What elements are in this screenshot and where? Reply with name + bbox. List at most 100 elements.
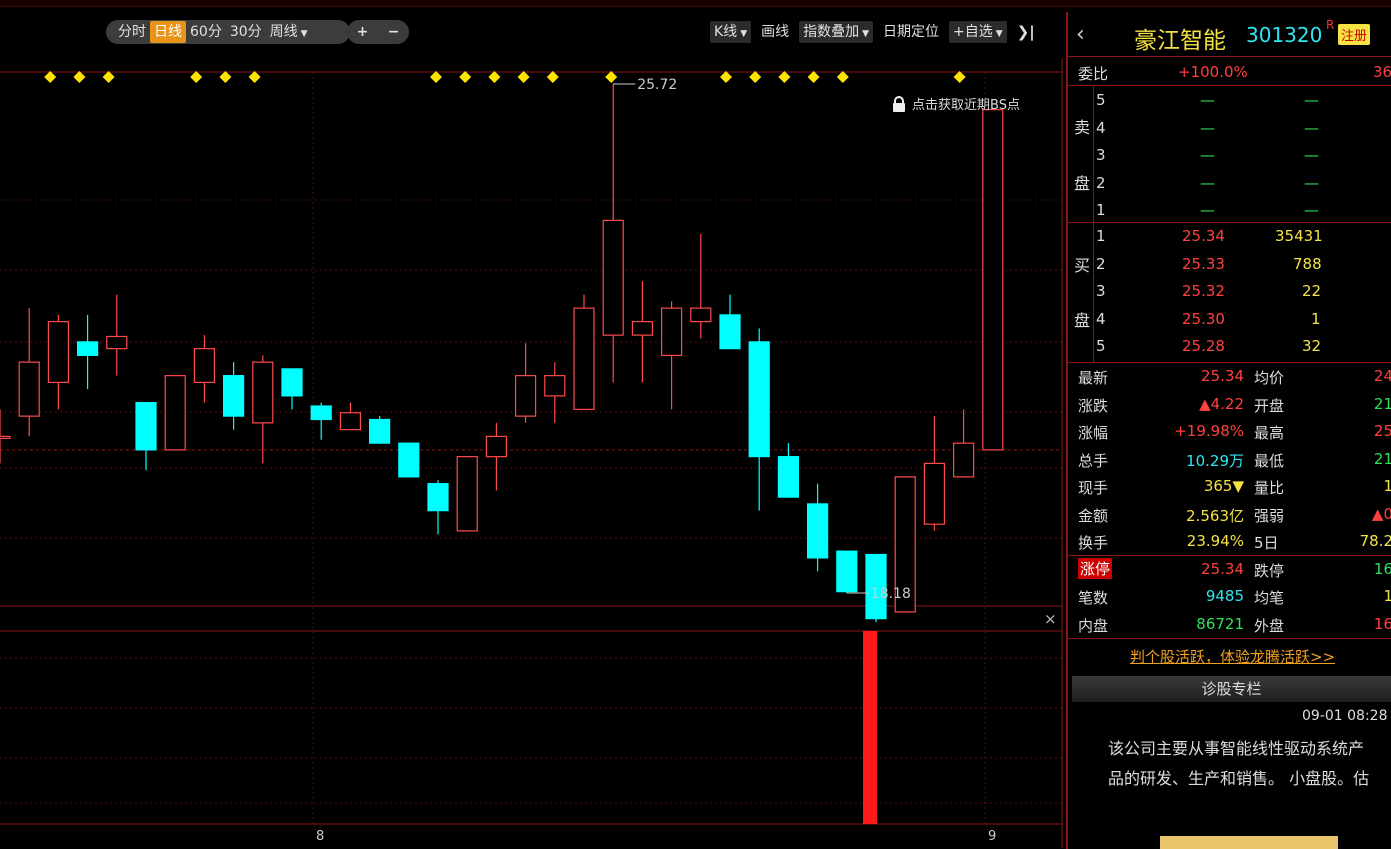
divider [1068, 85, 1391, 86]
candle-body [660, 307, 683, 356]
stat-value: 25.34 [1201, 559, 1244, 578]
ask-price: — [1200, 201, 1215, 219]
watchlist-label: +自选 [953, 24, 993, 40]
promo-link[interactable]: 判个股活跃，体验龙腾活跃>> [1130, 646, 1335, 667]
buy-level-row[interactable]: 2 25.33 788 [1068, 251, 1391, 278]
bs-diamond-marker [102, 71, 115, 83]
watchlist-dropdown[interactable]: +自选 ▼ [949, 21, 1007, 43]
bs-diamond-marker [749, 71, 762, 83]
stat-label: 最低 [1254, 451, 1285, 470]
x-axis-label: 9 [988, 829, 996, 844]
ask-price: — [1200, 118, 1215, 137]
kline-label: K线 [714, 24, 738, 40]
stat-label: 涨跌 [1078, 396, 1109, 415]
stat-value: 9485 [1205, 587, 1244, 605]
period-weekly-dropdown[interactable]: 周线 ▼ [266, 21, 312, 43]
bs-diamond-marker [73, 71, 86, 83]
chevron-down-icon: ▼ [995, 29, 1003, 39]
bs-diamond-marker [953, 71, 966, 83]
chevron-down-icon: ▼ [740, 29, 748, 39]
news-text: 该公司主要从事智能线性驱动系统产 品的研发、生产和销售。 小盘股。估 [1108, 734, 1391, 794]
stat-value: 10.29万 [1186, 451, 1244, 470]
toolbar-right: K线 ▼ 画线 指数叠加 ▼ 日期定位 +自选 ▼ ❯| [704, 20, 1039, 44]
sell-level-row[interactable]: 5 — — [1068, 87, 1391, 114]
buy-level-row[interactable]: 5 25.28 32 [1068, 333, 1391, 360]
sell-level-row[interactable]: 3 — — [1068, 142, 1391, 169]
stat-value: ▲4.22 [1199, 394, 1244, 413]
chart-grid [0, 58, 1063, 848]
high-price-label: 25.72 [637, 77, 677, 93]
sell-level-row[interactable]: 2 — — [1068, 170, 1391, 197]
candle-body [690, 307, 712, 323]
stat-label: 量比 [1254, 479, 1285, 497]
candle-body [602, 219, 624, 336]
sell-level-row[interactable]: 1 — — [1068, 197, 1391, 224]
stat-label: 均笔 [1254, 589, 1285, 607]
candle-body [339, 412, 361, 431]
bs-diamond-marker [190, 71, 203, 83]
ask-volume: — [1304, 201, 1319, 219]
bid-volume: 22 [1302, 282, 1322, 300]
bs-hint[interactable]: 点击获取近期BS点 [892, 94, 1020, 113]
low-price-label: 18.18 [871, 586, 911, 602]
period-30min-button[interactable]: 30分 [226, 21, 266, 43]
buy-level-row[interactable]: 1 25.34 35431 [1068, 223, 1391, 250]
stat-value: 2.563亿 [1186, 506, 1244, 525]
ask-price: — [1200, 173, 1215, 192]
candle-body [252, 361, 274, 424]
zoom-in-button[interactable]: + [353, 21, 373, 43]
stat-label: 现手 [1078, 479, 1109, 497]
bs-diamond-marker [248, 71, 261, 83]
candle-body [398, 442, 420, 478]
buy-level-row[interactable]: 4 25.30 1 [1068, 306, 1391, 333]
level-number: 3 [1096, 146, 1106, 164]
column-title[interactable]: 诊股专栏 [1072, 676, 1391, 702]
stat-row: 涨停 25.34 跌停 16 [1068, 556, 1391, 583]
level-number: 1 [1096, 201, 1106, 219]
stat-label: 跌停 [1254, 561, 1285, 580]
index-overlay-dropdown[interactable]: 指数叠加 ▼ [799, 21, 874, 43]
candle-body [223, 375, 245, 417]
bid-volume: 1 [1311, 309, 1321, 328]
collapse-panel-icon[interactable]: ❯| [1013, 21, 1039, 43]
candle-body [281, 368, 303, 397]
bid-price: 25.33 [1182, 254, 1225, 273]
ask-price: — [1200, 146, 1215, 164]
register-badge[interactable]: 注册 [1338, 24, 1371, 45]
quote-panel: ‹ 豪江智能 301320 R 注册 委比 +100.0% 36 卖盘 5— —4— —3—… [1066, 12, 1391, 849]
news-line: 该公司主要从事智能线性驱动系统产 [1108, 739, 1365, 758]
candle-body [952, 442, 975, 478]
buy-level-row[interactable]: 3 25.32 22 [1068, 278, 1391, 305]
period-intraday-button[interactable]: 分时 [114, 21, 150, 43]
stat-value: 16 [1373, 614, 1391, 633]
candle-body [0, 435, 11, 439]
candle-body [427, 483, 449, 512]
kline-dropdown[interactable]: K线 ▼ [710, 21, 752, 43]
period-60min-button[interactable]: 60分 [186, 21, 226, 43]
signal-markers [44, 71, 966, 83]
stat-value: ▲0 [1371, 504, 1391, 523]
sell-level-row[interactable]: 4 — — [1068, 115, 1391, 142]
x-axis-label: 8 [316, 829, 324, 844]
level-number: 5 [1096, 91, 1106, 109]
stat-value: 25.34 [1201, 367, 1244, 385]
ask-volume: — [1304, 173, 1319, 192]
bid-price: 25.34 [1182, 227, 1225, 245]
ratio-label: 委比 [1078, 65, 1109, 83]
zoom-out-button[interactable]: − [384, 21, 404, 43]
zoom-controls: + − [347, 20, 409, 44]
gold-action-button[interactable] [1160, 836, 1338, 849]
period-daily-button[interactable]: 日线 [150, 21, 186, 43]
draw-line-button[interactable]: 画线 [757, 21, 793, 43]
candle-body [310, 405, 332, 421]
stat-label: 最新 [1078, 369, 1109, 387]
close-icon[interactable]: × [1044, 610, 1057, 628]
candle-body [777, 456, 800, 498]
candle-body [514, 375, 537, 417]
kline-chart[interactable]: 25.72 18.18 8 9 [0, 58, 1063, 848]
bid-price: 25.32 [1182, 282, 1225, 300]
stat-label: 强弱 [1254, 506, 1285, 525]
date-locate-button[interactable]: 日期定位 [879, 21, 943, 43]
stock-code: 301320 [1246, 23, 1323, 47]
chevron-left-icon[interactable]: ‹ [1076, 22, 1085, 47]
